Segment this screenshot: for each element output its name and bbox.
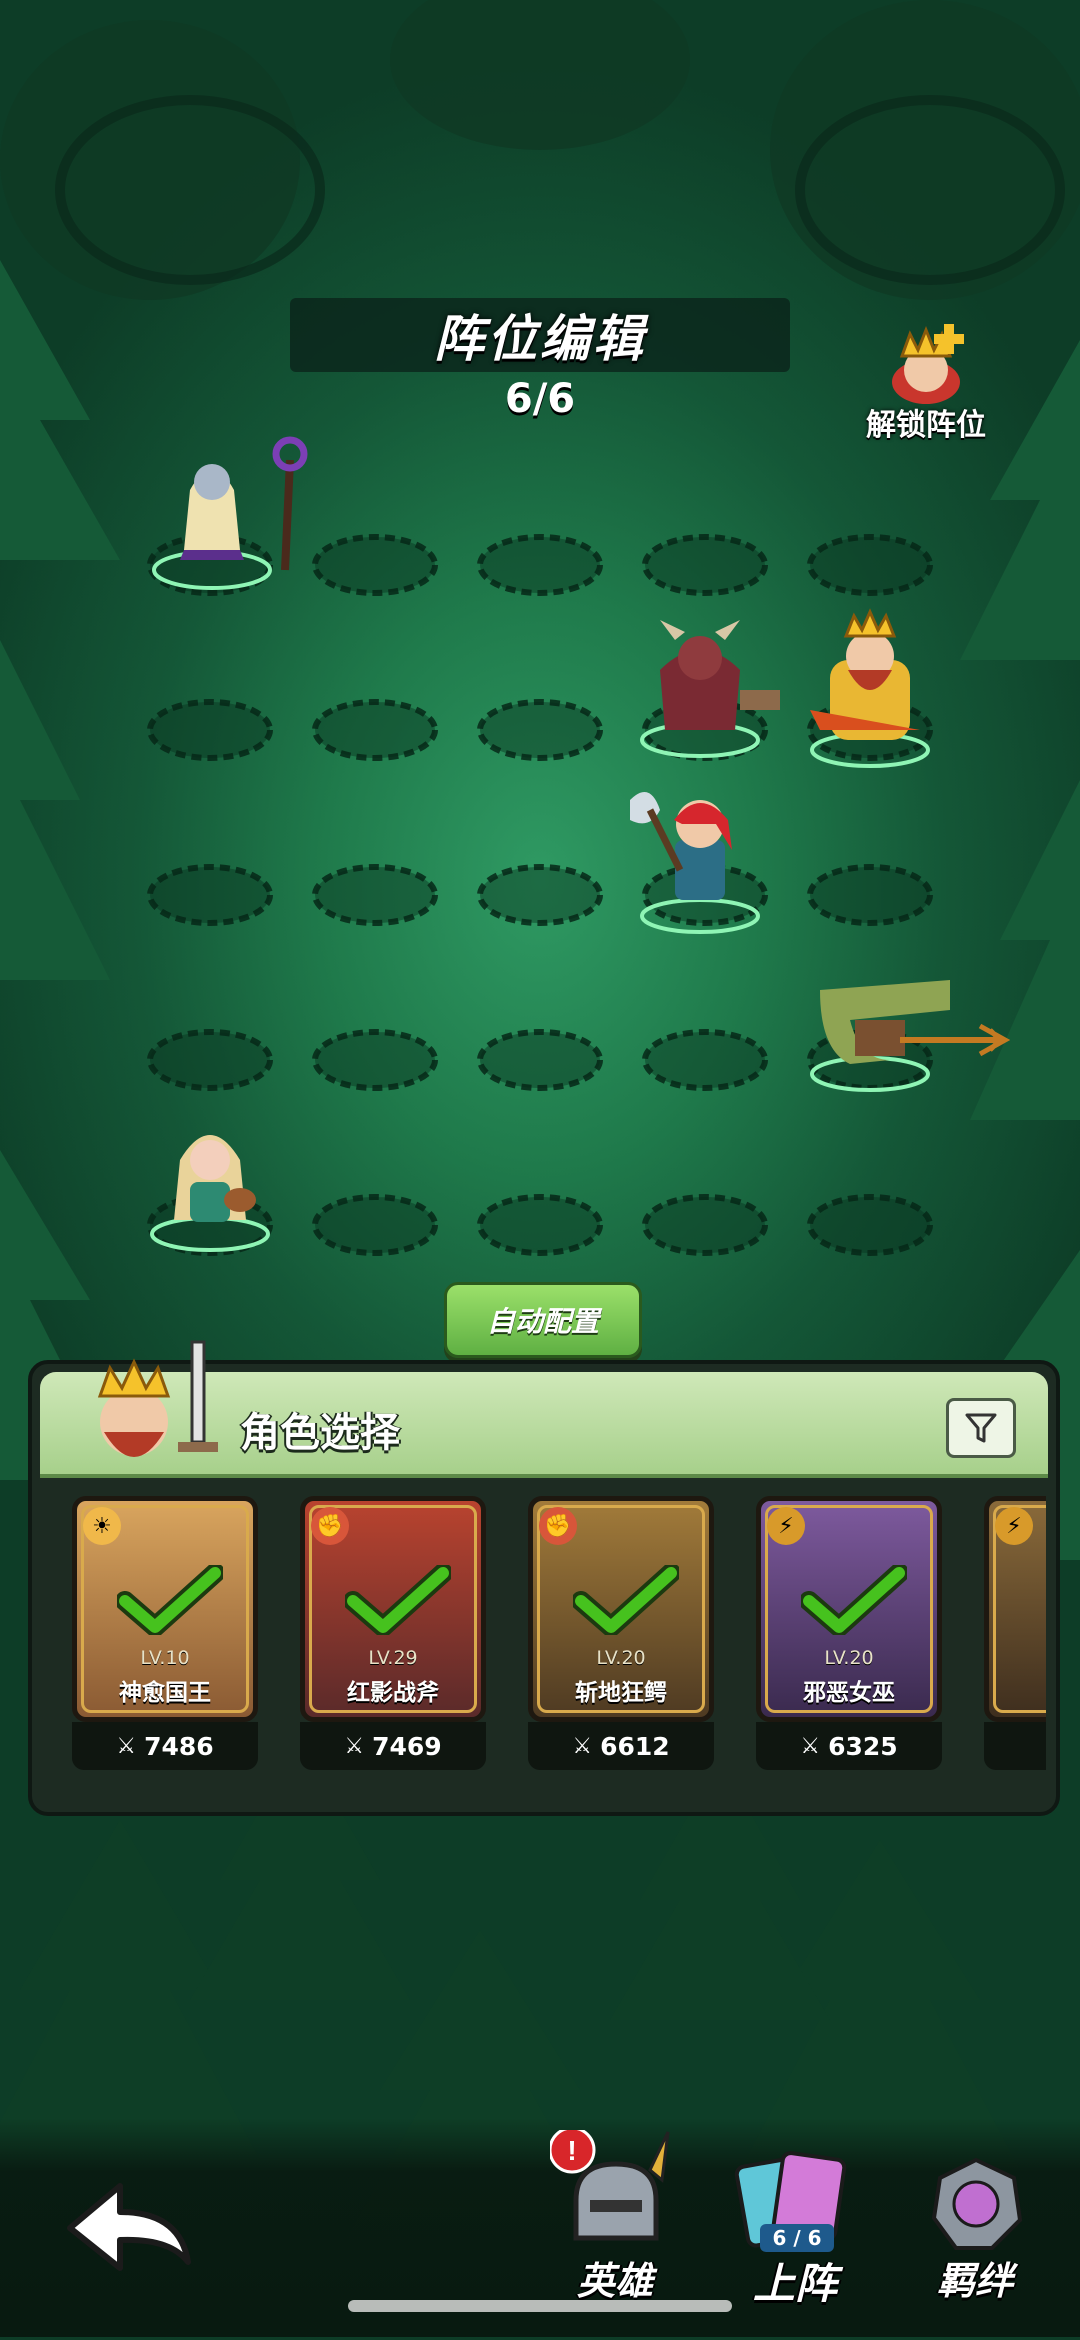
- formation-slot[interactable]: [642, 534, 768, 596]
- svg-text:!: !: [567, 2135, 576, 2166]
- roster-panel: 角色选择 ☀ LV.10 神愈国王 ⚔ 7486 ✊ LV.29 红影战斧 ⚔ …: [28, 1340, 1060, 1816]
- hero-power-value: 7486: [144, 1731, 214, 1761]
- field-hero-minotaur[interactable]: [630, 610, 780, 760]
- nav-bonds[interactable]: 羁绊: [910, 2156, 1040, 2336]
- checkmark-icon: [801, 1565, 907, 1635]
- hero-card-portrait: ✊ LV.20 斩地狂鳄: [528, 1496, 714, 1722]
- formation-slot[interactable]: [312, 864, 438, 926]
- roster-panel-header: 角色选择: [40, 1340, 1048, 1478]
- hero-name: 斩地狂鳄: [575, 1680, 667, 1706]
- nav-lineup-label: 上阵: [752, 2259, 837, 2308]
- hero-card[interactable]: ✊ LV.29 红影战斧 ⚔ 7469: [300, 1496, 486, 1770]
- hero-power: ⚔ 6325: [756, 1722, 942, 1770]
- formation-slot[interactable]: [147, 699, 273, 761]
- hero-card[interactable]: ⚡ LV.20 邪恶女巫 ⚔ 6325: [756, 1496, 942, 1770]
- nav-lineup[interactable]: 6 / 6 上阵: [730, 2150, 860, 2340]
- bonds-icon: [931, 2157, 1023, 2250]
- field-hero-red-axe[interactable]: [620, 780, 770, 940]
- auto-config-button[interactable]: 自动配置: [444, 1282, 642, 1358]
- hero-card-portrait: ☀ LV.10 神愈国王: [72, 1496, 258, 1722]
- hero-card[interactable]: ✊ LV.20 斩地狂鳄 ⚔ 6612: [528, 1496, 714, 1770]
- king-sword-icon: [97, 1340, 218, 1457]
- formation-slot[interactable]: [312, 699, 438, 761]
- filter-icon: [965, 1413, 997, 1443]
- crossed-swords-icon: ⚔: [116, 1733, 137, 1759]
- lineup-badge: 6 / 6: [760, 2224, 834, 2252]
- strength-icon: ✊: [311, 1507, 349, 1545]
- formation-slot[interactable]: [312, 1194, 438, 1256]
- checkmark-icon: [573, 1565, 679, 1635]
- sun-icon: ☀: [83, 1507, 121, 1545]
- title-bar: 阵位编辑: [290, 298, 790, 372]
- formation-slot[interactable]: [147, 864, 273, 926]
- crossed-swords-icon: ⚔: [344, 1733, 365, 1759]
- strength-icon: ✊: [539, 1507, 577, 1545]
- checkmark-icon: [345, 1565, 451, 1635]
- formation-slot[interactable]: [477, 699, 603, 761]
- lightning-icon: ⚡: [995, 1507, 1033, 1545]
- hero-power: ⚔ 7486: [72, 1722, 258, 1770]
- lineup-count: 6/6: [504, 376, 576, 422]
- hero-power: [984, 1722, 1046, 1770]
- formation-slot[interactable]: [477, 534, 603, 596]
- hero-card-portrait: ⚡: [984, 1496, 1046, 1722]
- crown-plus-icon: [892, 324, 964, 404]
- hero-level: LV.20: [596, 1647, 646, 1669]
- formation-slot[interactable]: [477, 864, 603, 926]
- formation-slot[interactable]: [477, 1194, 603, 1256]
- hero-card[interactable]: ☀ LV.10 神愈国王 ⚔ 7486: [72, 1496, 258, 1770]
- hero-name: 邪恶女巫: [803, 1680, 895, 1706]
- field-hero-king[interactable]: [790, 600, 960, 770]
- formation-slot[interactable]: [807, 534, 933, 596]
- crossed-swords-icon: ⚔: [800, 1733, 821, 1759]
- hero-card-portrait: ✊ LV.29 红影战斧: [300, 1496, 486, 1722]
- unlock-slots-button[interactable]: 解锁阵位: [856, 320, 996, 450]
- auto-config-label: 自动配置: [486, 1305, 599, 1338]
- hero-level: LV.20: [824, 1647, 874, 1669]
- unlock-slots-label: 解锁阵位: [866, 408, 986, 443]
- hero-level: LV.29: [368, 1647, 418, 1669]
- hero-name: 神愈国王: [119, 1680, 211, 1706]
- knight-helmet-icon: !: [550, 2130, 670, 2241]
- formation-slot[interactable]: [312, 1029, 438, 1091]
- formation-slot[interactable]: [642, 1029, 768, 1091]
- formation-slot[interactable]: [807, 864, 933, 926]
- hero-card-partial[interactable]: ⚡: [984, 1496, 1046, 1770]
- field-hero-bard[interactable]: [150, 1110, 290, 1260]
- field-hero-croc[interactable]: [800, 950, 1010, 1100]
- hero-power: ⚔ 7469: [300, 1722, 486, 1770]
- hero-name: 红影战斧: [347, 1680, 439, 1706]
- filter-button[interactable]: [946, 1398, 1016, 1458]
- hero-card-portrait: ⚡ LV.20 邪恶女巫: [756, 1496, 942, 1722]
- field-hero-witch[interactable]: [150, 420, 350, 600]
- formation-slot[interactable]: [147, 1029, 273, 1091]
- page-title: 阵位编辑: [434, 310, 646, 368]
- roster-card-list: ☀ LV.10 神愈国王 ⚔ 7486 ✊ LV.29 红影战斧 ⚔ 7469 …: [42, 1482, 1046, 1800]
- hero-level: LV.10: [140, 1647, 190, 1669]
- crossed-swords-icon: ⚔: [572, 1733, 593, 1759]
- formation-slot[interactable]: [642, 1194, 768, 1256]
- checkmark-icon: [117, 1565, 223, 1635]
- lightning-icon: ⚡: [767, 1507, 805, 1545]
- formation-slot[interactable]: [477, 1029, 603, 1091]
- hero-power-value: 7469: [372, 1731, 442, 1761]
- roster-panel-title: 角色选择: [240, 1410, 400, 1456]
- hero-power-value: 6325: [828, 1731, 898, 1761]
- nav-heroes-label: 英雄: [576, 2259, 653, 2303]
- back-arrow-icon[interactable]: [60, 2176, 200, 2276]
- formation-slot[interactable]: [807, 1194, 933, 1256]
- hero-power: ⚔ 6612: [528, 1722, 714, 1770]
- hero-power-value: 6612: [600, 1731, 670, 1761]
- nav-bonds-label: 羁绊: [936, 2259, 1013, 2303]
- home-indicator: [348, 2300, 732, 2312]
